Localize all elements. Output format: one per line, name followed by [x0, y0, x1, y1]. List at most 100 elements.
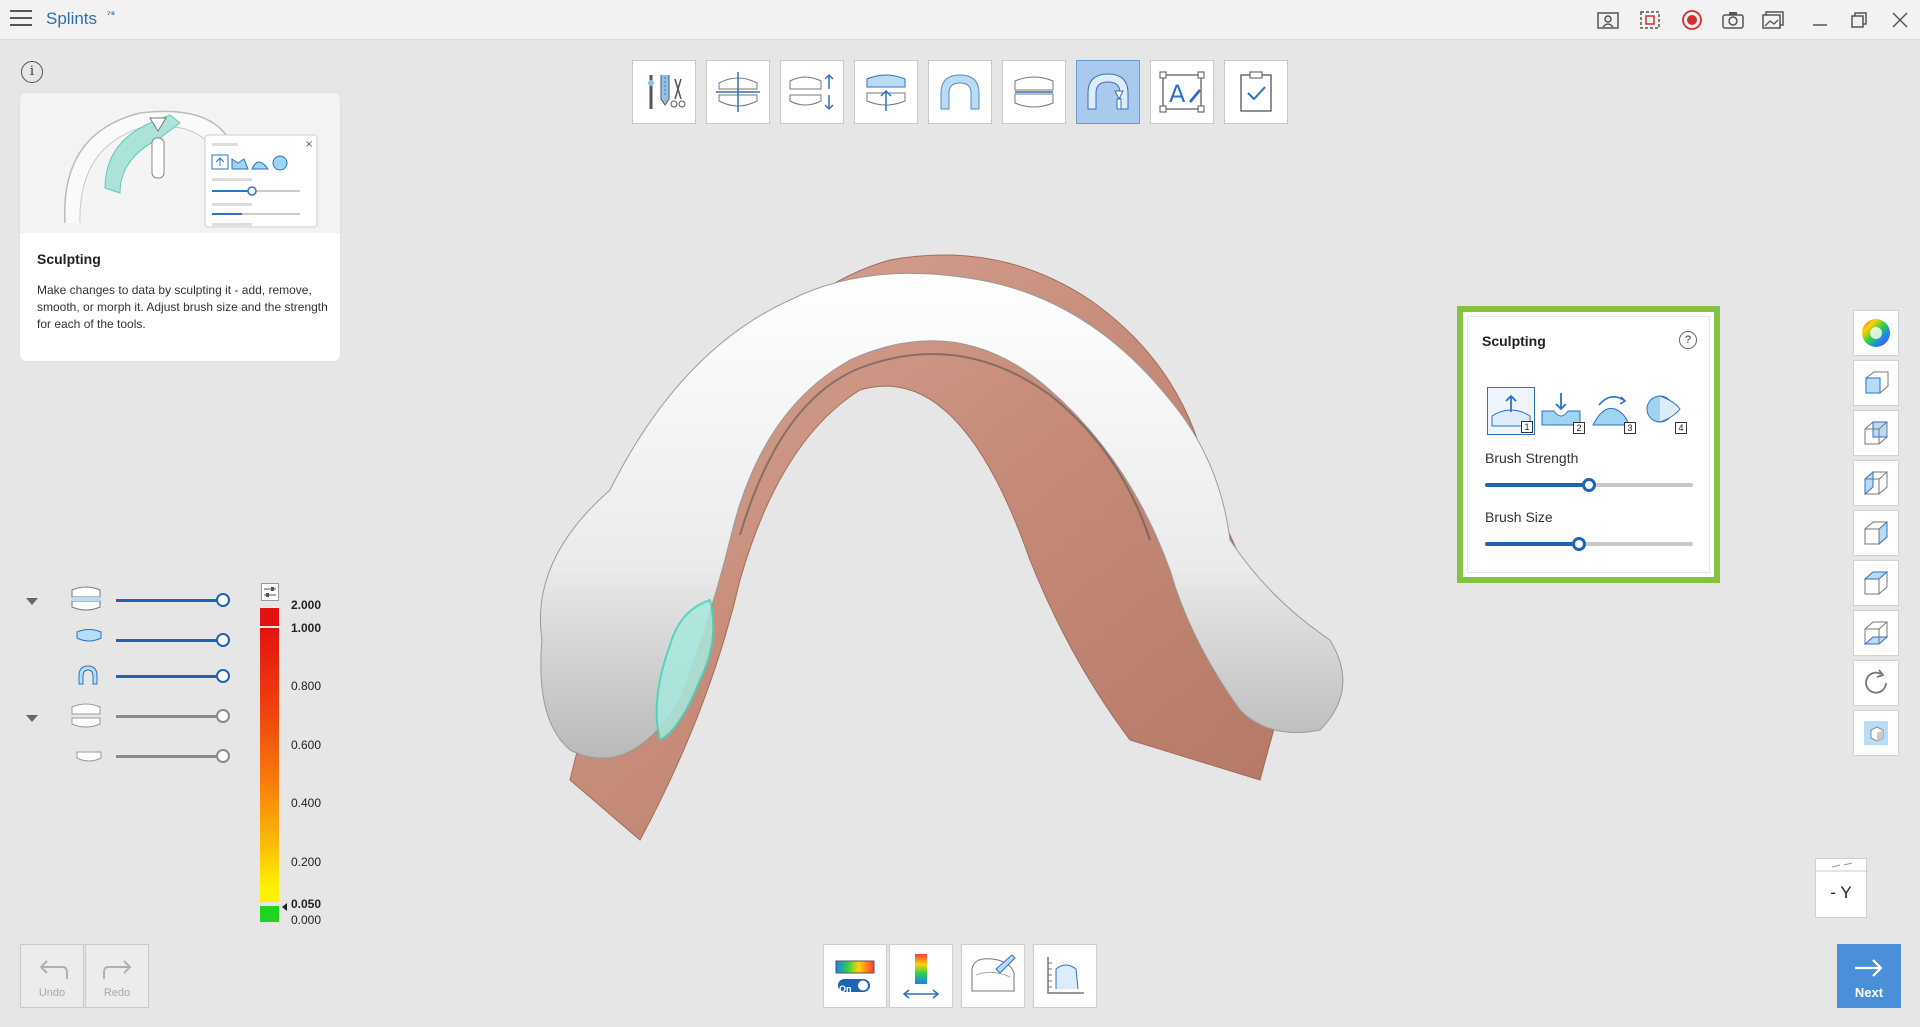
legend-label: 0.800: [291, 679, 322, 693]
legend-pointer-icon: [282, 903, 287, 911]
3d-model-viewport[interactable]: [530, 240, 1390, 860]
step-finish-button[interactable]: [1224, 60, 1288, 124]
shaded-cube-icon: [1864, 721, 1888, 745]
slider-knob[interactable]: [216, 593, 230, 607]
remove-tool-button[interactable]: 2: [1538, 387, 1586, 435]
step-design-button[interactable]: [928, 60, 992, 124]
title-bar: Splints ⁷⁸: [0, 0, 1920, 40]
menu-icon[interactable]: [10, 10, 32, 28]
slider-knob[interactable]: [1571, 537, 1586, 551]
sculpting-panel: Sculpting ? 1 2 3 4 Brush Strength Brush…: [1457, 306, 1720, 583]
rotate-icon: [1865, 669, 1887, 694]
brush-strength-slider[interactable]: [1485, 477, 1693, 493]
info-icon[interactable]: i: [21, 61, 43, 83]
collapse-lower-arrow-icon[interactable]: [26, 715, 38, 722]
lower-group-opacity-slider[interactable]: [116, 708, 230, 724]
ruler-measure-icon: [1047, 957, 1084, 994]
svg-text:×: ×: [305, 139, 313, 150]
lower-scan-icon[interactable]: [75, 746, 109, 772]
step-align-button[interactable]: [706, 60, 770, 124]
text-label-icon: A: [1159, 71, 1205, 113]
help-icon[interactable]: ?: [1679, 331, 1697, 349]
axis-orientation-indicator[interactable]: - Y: [1815, 858, 1868, 918]
upper-splint-opacity-slider[interactable]: [116, 632, 230, 648]
minimize-icon[interactable]: [1808, 9, 1832, 31]
restore-icon[interactable]: [1847, 9, 1871, 31]
color-range-icon: [902, 954, 940, 999]
redo-button[interactable]: Redo: [85, 944, 149, 1008]
cube-bottom-icon: [1863, 621, 1889, 645]
clipboard-check-icon: [1240, 71, 1272, 112]
occlusion-icon: [1014, 76, 1054, 108]
step-sculpting-button[interactable]: [1076, 60, 1140, 124]
top-view-button[interactable]: [1853, 560, 1899, 606]
record-icon[interactable]: [1680, 9, 1704, 31]
upper-splint-icon[interactable]: [75, 628, 109, 654]
cube-back-icon: [1864, 421, 1888, 445]
sculpting-illustration: ×: [20, 93, 340, 233]
color-mode-button[interactable]: [1853, 310, 1899, 356]
undo-label: Undo: [38, 987, 66, 999]
align-teeth-icon: [716, 72, 760, 112]
sculpting-arch-icon: [1087, 73, 1129, 110]
legend-label: 0.600: [291, 738, 322, 752]
overlay-button[interactable]: [961, 944, 1025, 1008]
slider-knob[interactable]: [216, 749, 230, 763]
legend-settings-icon[interactable]: [261, 583, 279, 601]
step-bite-button[interactable]: [780, 60, 844, 124]
legend-label: 1.000: [291, 621, 322, 635]
svg-text:A: A: [1169, 80, 1186, 108]
back-view-button[interactable]: [1853, 410, 1899, 456]
slider-knob[interactable]: [216, 669, 230, 683]
smooth-tool-button[interactable]: 3: [1589, 387, 1637, 435]
arch-opacity-slider[interactable]: [116, 668, 230, 684]
slider-knob[interactable]: [216, 633, 230, 647]
bottom-view-button[interactable]: [1853, 610, 1899, 656]
gallery-icon[interactable]: [1761, 9, 1785, 31]
bite-adjust-icon: [789, 73, 834, 111]
tool-number: 3: [1624, 422, 1636, 434]
undo-button[interactable]: Undo: [20, 944, 84, 1008]
brush-size-slider[interactable]: [1485, 536, 1693, 552]
texture-toggle-button[interactable]: [1853, 710, 1899, 756]
cube-left-icon: [1864, 470, 1888, 496]
lower-scan-opacity-slider[interactable]: [116, 748, 230, 764]
right-view-button[interactable]: [1853, 510, 1899, 556]
step-insertion-button[interactable]: [854, 60, 918, 124]
measure-button[interactable]: [1033, 944, 1097, 1008]
legend-label: 0.200: [291, 855, 322, 869]
slider-knob[interactable]: [216, 709, 230, 723]
splint-arch-icon: [940, 74, 980, 110]
app-title-badge: ⁷⁸: [107, 9, 115, 19]
upper-jaw-group-icon[interactable]: [69, 585, 103, 611]
add-tool-button[interactable]: 1: [1487, 387, 1535, 435]
screenshot-icon[interactable]: [1721, 9, 1745, 31]
info-card: × Sculpting Make changes to data by scul…: [20, 93, 340, 361]
lower-jaw-group-icon[interactable]: [69, 702, 103, 728]
capture-region-icon[interactable]: [1638, 9, 1662, 31]
next-button[interactable]: Next: [1837, 944, 1901, 1008]
arch-icon[interactable]: [76, 664, 110, 690]
toggle-state-label: On: [839, 984, 852, 994]
slider-knob[interactable]: [1582, 478, 1596, 492]
step-text-button[interactable]: A: [1150, 60, 1214, 124]
insertion-direction-icon: [866, 74, 906, 111]
color-wheel-icon: [1862, 319, 1890, 347]
trim-tools-icon: [648, 75, 686, 109]
next-label: Next: [1854, 985, 1884, 1000]
tool-number: 2: [1573, 422, 1585, 434]
step-occlusion-button[interactable]: [1002, 60, 1066, 124]
guide-icon[interactable]: [1596, 9, 1620, 31]
legend-label-max: 2.000: [291, 598, 322, 612]
deviation-map-toggle-button[interactable]: On: [823, 944, 887, 1008]
morph-tool-button[interactable]: 4: [1640, 387, 1688, 435]
collapse-upper-arrow-icon[interactable]: [26, 598, 38, 605]
left-view-button[interactable]: [1853, 460, 1899, 506]
step-trim-button[interactable]: [632, 60, 696, 124]
color-range-button[interactable]: [889, 944, 953, 1008]
close-icon[interactable]: [1888, 9, 1912, 31]
reset-view-button[interactable]: [1853, 660, 1899, 706]
upper-group-opacity-slider[interactable]: [116, 592, 230, 608]
app-title: Splints: [46, 9, 98, 28]
front-view-button[interactable]: [1853, 360, 1899, 406]
